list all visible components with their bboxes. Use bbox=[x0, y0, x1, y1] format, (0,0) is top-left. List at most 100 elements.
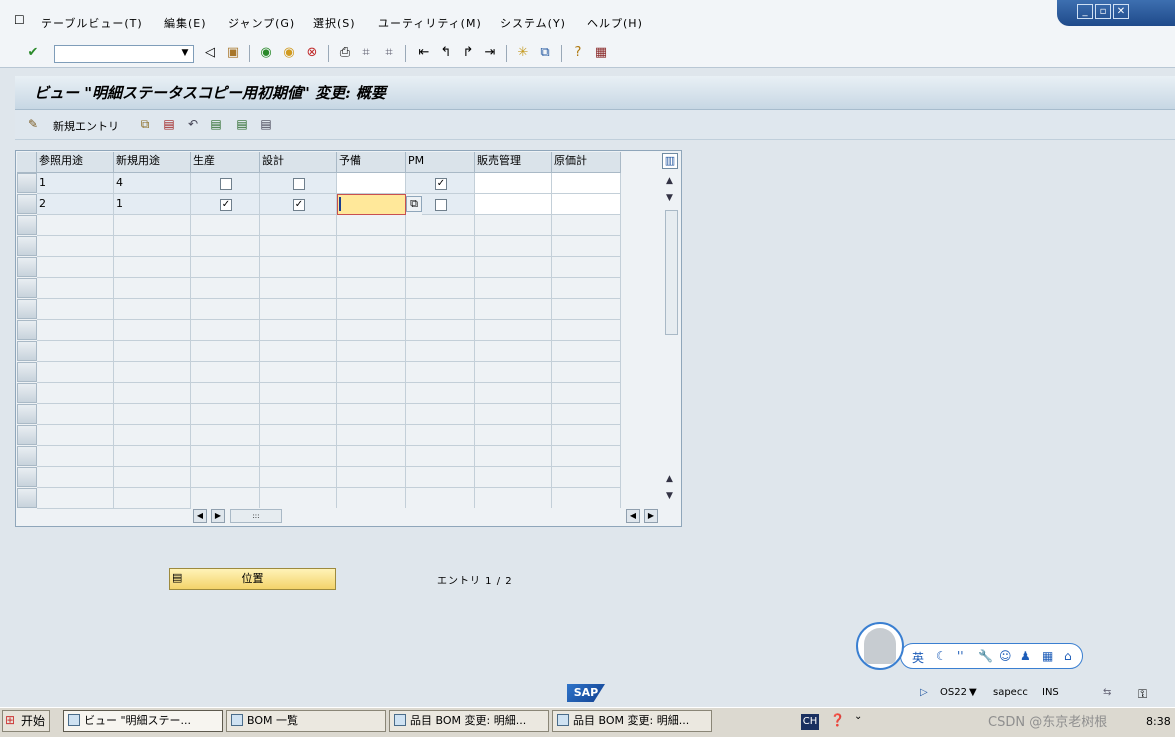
task-view-maintenance[interactable]: ビュー "明細ステー... bbox=[63, 710, 223, 732]
row-selector[interactable] bbox=[17, 446, 37, 466]
find-next-icon[interactable]: ⌗ bbox=[381, 45, 397, 61]
help-icon[interactable]: ❓ bbox=[830, 713, 845, 727]
row-selector[interactable] bbox=[17, 257, 37, 277]
row-selector[interactable] bbox=[17, 404, 37, 424]
task-bom-list[interactable]: BOM 一覧 bbox=[226, 710, 386, 732]
position-button[interactable]: 位置 bbox=[169, 568, 336, 590]
last-page-icon[interactable]: ⇥ bbox=[482, 45, 498, 61]
scroll-up-icon[interactable]: ▲ bbox=[666, 474, 673, 484]
help-icon[interactable]: ? bbox=[570, 45, 586, 61]
column-header-pm[interactable]: PM bbox=[406, 152, 475, 173]
spare-input[interactable] bbox=[337, 173, 406, 194]
task-material-bom-2[interactable]: 品目 BOM 変更: 明細... bbox=[552, 710, 712, 732]
shirt-icon[interactable]: ♟ bbox=[1020, 649, 1031, 663]
pm-checkbox[interactable] bbox=[435, 199, 447, 211]
first-page-icon[interactable]: ⇤ bbox=[416, 45, 432, 61]
column-header-design[interactable]: 設計 bbox=[260, 152, 337, 173]
table-settings-icon[interactable]: ▥ bbox=[662, 153, 678, 169]
vertical-scroll-thumb[interactable] bbox=[665, 210, 678, 335]
print-icon[interactable]: ⎙ bbox=[337, 45, 353, 61]
command-field[interactable] bbox=[54, 45, 194, 63]
row-selector[interactable] bbox=[17, 383, 37, 403]
menu-system[interactable]: システム(Y) bbox=[500, 15, 566, 31]
close-button[interactable]: ✕ bbox=[1113, 4, 1129, 19]
design-checkbox[interactable] bbox=[293, 178, 305, 190]
row-selector[interactable] bbox=[17, 278, 37, 298]
lock-icon[interactable]: ⌂ bbox=[1064, 649, 1072, 663]
scroll-left-icon[interactable]: ◀ bbox=[626, 509, 640, 523]
select-block-icon[interactable]: ▤ bbox=[234, 116, 250, 132]
smile-icon[interactable]: ☺ bbox=[999, 649, 1012, 663]
menu-icon[interactable]: ☐ bbox=[14, 13, 25, 27]
row-selector[interactable] bbox=[17, 320, 37, 340]
restore-button[interactable]: ▫ bbox=[1095, 4, 1111, 19]
row-selector[interactable] bbox=[17, 299, 37, 319]
back-green-icon[interactable]: ◉ bbox=[258, 45, 274, 61]
scroll-up-icon[interactable]: ▲ bbox=[666, 176, 673, 186]
sales-input[interactable] bbox=[475, 173, 552, 194]
wrench-icon[interactable]: 🔧 bbox=[978, 649, 993, 663]
scroll-right-icon[interactable]: ▶ bbox=[211, 509, 225, 523]
row-selector[interactable] bbox=[17, 236, 37, 256]
value-help-icon[interactable]: ⧉ bbox=[406, 196, 422, 212]
shortcut-icon[interactable]: ⧉ bbox=[537, 45, 553, 61]
new-entry-icon[interactable]: ✎ bbox=[25, 116, 41, 132]
menu-table-view[interactable]: テーブルビュー(T) bbox=[41, 15, 143, 31]
task-material-bom-1[interactable]: 品目 BOM 変更: 明細... bbox=[389, 710, 549, 732]
new-session-icon[interactable]: ✳ bbox=[515, 45, 531, 61]
find-icon[interactable]: ⌗ bbox=[358, 45, 374, 61]
next-page-icon[interactable]: ↱ bbox=[460, 45, 476, 61]
menu-help[interactable]: ヘルプ(H) bbox=[587, 15, 643, 31]
row-selector[interactable] bbox=[17, 215, 37, 235]
menu-edit[interactable]: 編集(E) bbox=[164, 15, 207, 31]
column-header-production[interactable]: 生産 bbox=[191, 152, 260, 173]
production-checkbox[interactable] bbox=[220, 178, 232, 190]
row-selector[interactable] bbox=[17, 488, 37, 508]
tray-options-icon[interactable]: ⌄ bbox=[854, 711, 862, 722]
pm-checkbox[interactable]: ✓ bbox=[435, 178, 447, 190]
punctuation-icon[interactable]: '' bbox=[957, 649, 964, 663]
sales-input[interactable] bbox=[475, 194, 552, 215]
input-language-indicator[interactable]: CH bbox=[801, 714, 819, 730]
row-selector[interactable] bbox=[17, 467, 37, 487]
scroll-left-icon[interactable]: ◀ bbox=[193, 509, 207, 523]
cancel-icon[interactable]: ⊗ bbox=[304, 45, 320, 61]
column-header-ref-usage[interactable]: 参照用途 bbox=[37, 152, 114, 173]
column-header-cost[interactable]: 原価計 bbox=[552, 152, 621, 173]
menu-utilities[interactable]: ユーティリティ(M) bbox=[378, 15, 482, 31]
table-corner[interactable] bbox=[17, 152, 37, 173]
spare-input-focused[interactable] bbox=[337, 194, 406, 215]
layout-icon[interactable]: ▦ bbox=[593, 45, 609, 61]
scroll-right-icon[interactable]: ▶ bbox=[644, 509, 658, 523]
scroll-down-icon[interactable]: ▼ bbox=[666, 193, 673, 203]
row-selector[interactable] bbox=[17, 194, 37, 214]
column-header-spare[interactable]: 予備 bbox=[337, 152, 406, 173]
row-selector[interactable] bbox=[17, 173, 37, 193]
deselect-all-icon[interactable]: ▤ bbox=[258, 116, 274, 132]
minimize-button[interactable]: _ bbox=[1077, 4, 1093, 19]
prev-page-icon[interactable]: ↰ bbox=[438, 45, 454, 61]
copy-icon[interactable]: ⧉ bbox=[137, 116, 153, 132]
new-entry-button[interactable]: 新規エントリ bbox=[53, 118, 119, 134]
horizontal-scroll-thumb[interactable]: ::: bbox=[230, 509, 282, 523]
status-expand-icon[interactable]: ▷ bbox=[920, 687, 928, 698]
checkmark-icon[interactable]: ✔ bbox=[25, 45, 41, 61]
moon-icon[interactable]: ☾ bbox=[936, 649, 947, 663]
production-checkbox[interactable]: ✓ bbox=[220, 199, 232, 211]
select-all-icon[interactable]: ▤ bbox=[208, 116, 224, 132]
chevron-down-icon[interactable]: ▼ bbox=[176, 45, 194, 63]
chevron-down-icon[interactable]: ▼ bbox=[969, 687, 977, 698]
save-icon[interactable]: ▣ bbox=[225, 45, 241, 61]
menu-select[interactable]: 選択(S) bbox=[313, 15, 356, 31]
scroll-down-icon[interactable]: ▼ bbox=[666, 491, 673, 501]
ime-language-toggle[interactable]: 英 bbox=[912, 649, 924, 666]
design-checkbox[interactable]: ✓ bbox=[293, 199, 305, 211]
exit-icon[interactable]: ◉ bbox=[281, 45, 297, 61]
cost-input[interactable] bbox=[552, 173, 621, 194]
menu-jump[interactable]: ジャンプ(G) bbox=[228, 15, 295, 31]
column-header-new-usage[interactable]: 新規用途 bbox=[114, 152, 191, 173]
cost-input[interactable] bbox=[552, 194, 621, 215]
back-icon[interactable]: ◁ bbox=[202, 45, 218, 61]
row-selector[interactable] bbox=[17, 341, 37, 361]
column-header-sales[interactable]: 販売管理 bbox=[475, 152, 552, 173]
